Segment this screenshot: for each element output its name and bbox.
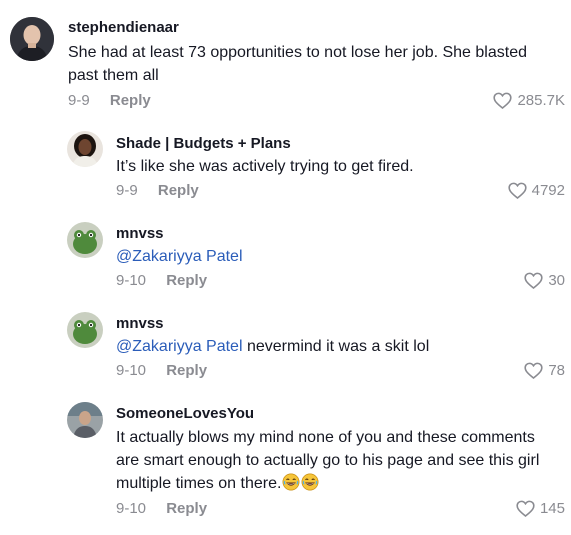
comment-username[interactable]: SomeoneLovesYou — [116, 405, 254, 422]
like-button[interactable]: 145 — [516, 500, 565, 517]
comment-text-line: past them all — [68, 67, 159, 84]
comment-text: @Zakariyya Patel nevermind it was a skit… — [116, 335, 556, 358]
mention-link[interactable]: @Zakariyya Patel — [116, 248, 243, 265]
heart-icon — [524, 362, 543, 379]
like-button[interactable]: 4792 — [508, 182, 565, 199]
heart-icon — [493, 92, 513, 109]
comment-stephendienaar: stephendienaar She had at least 73 oppor… — [0, 0, 571, 118]
comment-meta: 9-9 Reply — [68, 92, 151, 109]
like-count: 30 — [548, 272, 565, 289]
like-count: 78 — [548, 362, 565, 379]
heart-icon — [508, 182, 527, 199]
bald-man-avatar[interactable] — [10, 17, 54, 61]
reply-comment-someonelovesyou: SomeoneLovesYou It actually blows my min… — [0, 388, 571, 535]
comment-text-line: She had at least 73 opportunities to not… — [68, 44, 527, 61]
comment-date: 9-10 — [116, 500, 147, 517]
comment-text: She had at least 73 opportunities to not… — [68, 41, 563, 87]
comment-text-after: nevermind it was a skit lol — [242, 338, 430, 355]
comment-date: 9-10 — [116, 362, 147, 379]
comment-meta: 9-10 Reply — [116, 500, 207, 517]
frog-avatar[interactable] — [67, 222, 103, 258]
reply-comment-shade: Shade | Budgets + Plans It’s like she wa… — [0, 118, 571, 208]
heart-icon — [524, 272, 543, 289]
comment-meta: 9-10 Reply — [116, 362, 207, 379]
comment-text-line: It’s like she was actively trying to get… — [116, 158, 414, 175]
like-button[interactable]: 285.7K — [493, 92, 565, 109]
comment-meta: 9-10 Reply — [116, 272, 207, 289]
comment-text-line: multiple times on there. — [116, 475, 282, 492]
comment-username[interactable]: stephendienaar — [68, 19, 179, 36]
reply-comment-mnvss-1: mnvss @Zakariyya Patel 9-10 Reply 30 — [0, 208, 571, 298]
like-button[interactable]: 30 — [524, 272, 565, 289]
comment-username[interactable]: Shade | Budgets + Plans — [116, 135, 291, 152]
like-count: 285.7K — [517, 92, 565, 109]
comment-username[interactable]: mnvss — [116, 225, 164, 242]
like-button[interactable]: 78 — [524, 362, 565, 379]
like-count: 4792 — [531, 182, 565, 199]
comment-date: 9-10 — [116, 272, 147, 289]
reply-button[interactable]: Reply — [158, 182, 199, 199]
woman-avatar[interactable] — [67, 131, 103, 167]
reply-comment-mnvss-2: mnvss @Zakariyya Patel nevermind it was … — [0, 298, 571, 388]
heart-icon — [516, 500, 535, 517]
comment-text-line: It actually blows my mind none of you an… — [116, 429, 535, 446]
reply-button[interactable]: Reply — [166, 272, 207, 289]
comment-text: @Zakariyya Patel — [116, 245, 556, 268]
comment-date: 9-9 — [116, 182, 138, 199]
comment-text: It actually blows my mind none of you an… — [116, 426, 566, 495]
reply-button[interactable]: Reply — [110, 92, 151, 109]
comment-meta: 9-9 Reply — [116, 182, 199, 199]
person-avatar[interactable] — [67, 402, 103, 438]
reply-button[interactable]: Reply — [166, 362, 207, 379]
comment-text-line: are smart enough to actually go to his p… — [116, 452, 540, 469]
frog-avatar[interactable] — [67, 312, 103, 348]
mention-link[interactable]: @Zakariyya Patel — [116, 338, 243, 355]
comment-text: It’s like she was actively trying to get… — [116, 155, 556, 178]
like-count: 145 — [539, 500, 565, 517]
comment-username[interactable]: mnvss — [116, 315, 164, 332]
comment-text-line-last: multiple times on there. — [116, 472, 566, 495]
comment-date: 9-9 — [68, 92, 90, 109]
laughing-face-emoji — [301, 473, 319, 491]
laughing-face-emoji — [282, 473, 300, 491]
reply-button[interactable]: Reply — [166, 500, 207, 517]
